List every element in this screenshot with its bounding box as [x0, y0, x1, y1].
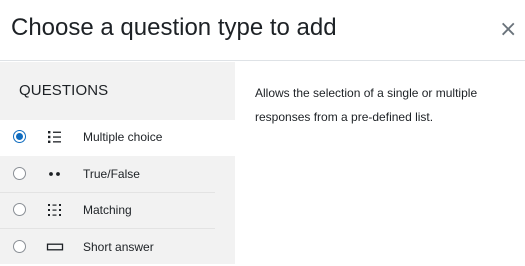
matching-icon	[48, 204, 61, 216]
option-multiple-choice[interactable]: Multiple choice	[0, 120, 235, 156]
dialog-header: Choose a question type to add ×	[0, 0, 525, 61]
option-label-multiple-choice: Multiple choice	[83, 130, 163, 144]
question-options-panel: QUESTIONS Multiple choice True/False Mat…	[0, 62, 235, 264]
radio-multiple-choice[interactable]	[13, 130, 26, 143]
question-type-description: Allows the selection of a single or mult…	[255, 86, 478, 124]
option-divider	[0, 228, 215, 229]
close-icon[interactable]: ×	[499, 19, 517, 41]
radio-matching[interactable]	[13, 203, 26, 216]
option-label-short-answer: Short answer	[83, 240, 154, 254]
true-false-icon	[49, 172, 60, 176]
dialog-title: Choose a question type to add	[11, 14, 337, 41]
question-type-dialog: Choose a question type to add × QUESTION…	[0, 0, 525, 264]
radio-true-false[interactable]	[13, 167, 26, 180]
question-type-details: Allows the selection of a single or mult…	[235, 62, 525, 264]
option-true-false[interactable]: True/False	[0, 157, 235, 193]
short-answer-icon	[46, 243, 64, 251]
questions-section-label: QUESTIONS	[19, 82, 109, 99]
radio-short-answer[interactable]	[13, 240, 26, 253]
option-short-answer[interactable]: Short answer	[0, 230, 235, 266]
multiple-choice-icon	[48, 131, 61, 143]
option-label-matching: Matching	[83, 203, 132, 217]
option-label-true-false: True/False	[83, 167, 140, 181]
option-matching[interactable]: Matching	[0, 193, 235, 229]
